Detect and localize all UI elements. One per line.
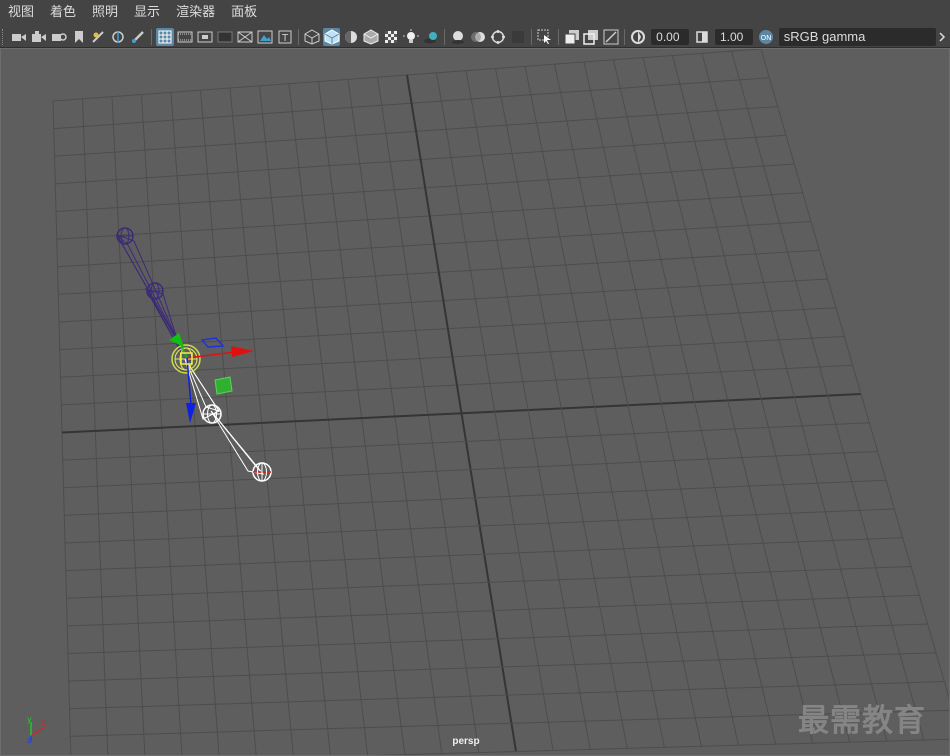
- color-space-select[interactable]: sRGB gamma: [778, 27, 936, 46]
- grid-line: [701, 53, 888, 742]
- grid-line: [82, 98, 109, 755]
- menu-shading[interactable]: 着色: [42, 0, 84, 26]
- bookmark-camera-icon[interactable]: [50, 28, 68, 46]
- film-gate-icon[interactable]: [176, 28, 194, 46]
- move-manipulator[interactable]: [169, 333, 254, 423]
- two-d-pan-zoom-icon[interactable]: [110, 28, 128, 46]
- field-chart-icon[interactable]: [236, 28, 254, 46]
- resolution-gate-icon[interactable]: [196, 28, 214, 46]
- gate-mask-icon[interactable]: [216, 28, 234, 46]
- grid-line: [52, 100, 72, 755]
- exposure-icon[interactable]: [629, 28, 647, 46]
- motion-blur-icon[interactable]: [469, 28, 487, 46]
- view-axis-indicator: y x z: [19, 714, 55, 749]
- axis-x-line: [30, 727, 44, 737]
- skeleton[interactable]: [115, 227, 272, 482]
- watermark: 最需教育: [798, 703, 926, 739]
- menu-view[interactable]: 视图: [0, 0, 42, 26]
- default-material-icon[interactable]: [342, 28, 360, 46]
- grid-line: [68, 652, 937, 682]
- toolbar-grip[interactable]: [2, 28, 7, 45]
- toolbar-separator: [557, 28, 559, 45]
- gamma-field[interactable]: 1.00: [714, 28, 753, 45]
- exposure-field[interactable]: 0.00: [651, 28, 690, 45]
- gamma-icon[interactable]: [693, 28, 711, 46]
- manip-xz-plane[interactable]: [200, 337, 225, 348]
- menu-show[interactable]: 显示: [126, 0, 168, 26]
- grease-pencil-icon[interactable]: [129, 28, 147, 46]
- grid-line: [62, 422, 870, 461]
- safe-action-icon[interactable]: [256, 28, 274, 46]
- shadows-icon[interactable]: [422, 28, 440, 46]
- axis-x-label: x: [41, 718, 46, 727]
- menu-lighting[interactable]: 照明: [84, 0, 126, 26]
- view-transform-toggle-icon[interactable]: ON: [757, 28, 775, 46]
- bone-upper: [115, 234, 182, 353]
- smooth-shade-icon[interactable]: [322, 27, 341, 46]
- menu-panels[interactable]: 面板: [223, 0, 265, 26]
- svg-text:T: T: [281, 33, 289, 44]
- grid-line: [170, 92, 220, 755]
- grid-line: [642, 57, 814, 744]
- toolbar-separator: [297, 28, 299, 45]
- grid-line: [436, 72, 554, 751]
- toolbar-separator: [151, 28, 153, 45]
- viewport-scene[interactable]: [1, 49, 950, 756]
- use-all-lights-icon[interactable]: [402, 28, 420, 46]
- grid-line: [141, 94, 183, 755]
- ground-grid: [52, 49, 949, 755]
- wireframe-on-shaded-icon[interactable]: [362, 28, 380, 46]
- image-plane-icon[interactable]: [90, 28, 108, 46]
- grid-line: [613, 59, 777, 745]
- menu-bar: 视图 着色 照明 显示 渲染器 面板: [0, 0, 950, 26]
- grid-line: [67, 594, 920, 627]
- grid-line: [524, 66, 665, 748]
- grid-line: [63, 451, 878, 489]
- grid-line: [64, 508, 895, 544]
- axis-y-label: y: [27, 715, 32, 724]
- menu-renderer[interactable]: 渲染器: [168, 0, 223, 26]
- toolbar-overflow-icon[interactable]: [937, 28, 949, 46]
- textured-icon[interactable]: [382, 28, 400, 46]
- screen-space-ao-icon[interactable]: [449, 28, 467, 46]
- grid-line: [465, 70, 591, 750]
- toolbar-separator: [624, 28, 626, 45]
- camera-name-label: persp: [452, 736, 480, 747]
- grid-line: [67, 623, 928, 654]
- svg-text:ON: ON: [760, 34, 771, 42]
- xray-icon[interactable]: [563, 28, 581, 46]
- safe-title-icon[interactable]: T: [276, 28, 294, 46]
- manip-yz-plane[interactable]: [214, 376, 233, 395]
- manip-x-arrow[interactable]: [231, 346, 254, 357]
- grid-line: [65, 537, 903, 572]
- grid-line: [554, 64, 702, 747]
- camera-attributes-icon[interactable]: [30, 28, 48, 46]
- joint-knee[interactable]: [202, 404, 222, 424]
- grid-icon[interactable]: [156, 27, 175, 46]
- perspective-viewport[interactable]: persp 最需教育 y x z: [0, 48, 950, 756]
- bookmark-icon[interactable]: [70, 28, 88, 46]
- xray-active-components-icon[interactable]: [582, 28, 600, 46]
- grid-line: [495, 68, 628, 749]
- manip-x-axis[interactable]: [186, 351, 236, 359]
- joint-selected[interactable]: [171, 344, 201, 374]
- wireframe-icon[interactable]: [303, 28, 321, 46]
- grid-line: [111, 96, 146, 755]
- viewport-toolbar: T 0.00 1.00 ON sRGB gamma: [0, 26, 950, 48]
- xray-joints-icon[interactable]: [602, 28, 620, 46]
- grid-axis-line: [61, 393, 862, 434]
- depth-of-field-icon[interactable]: [509, 28, 527, 46]
- select-camera-icon[interactable]: [10, 28, 28, 46]
- toolbar-separator: [444, 28, 446, 45]
- toolbar-separator: [530, 28, 532, 45]
- joint-end[interactable]: [252, 462, 272, 482]
- axis-z-label: z: [27, 736, 31, 744]
- grid-line: [66, 566, 912, 599]
- isolate-select-icon[interactable]: [536, 28, 554, 46]
- grid-line: [64, 479, 887, 516]
- multisample-aa-icon[interactable]: [489, 28, 507, 46]
